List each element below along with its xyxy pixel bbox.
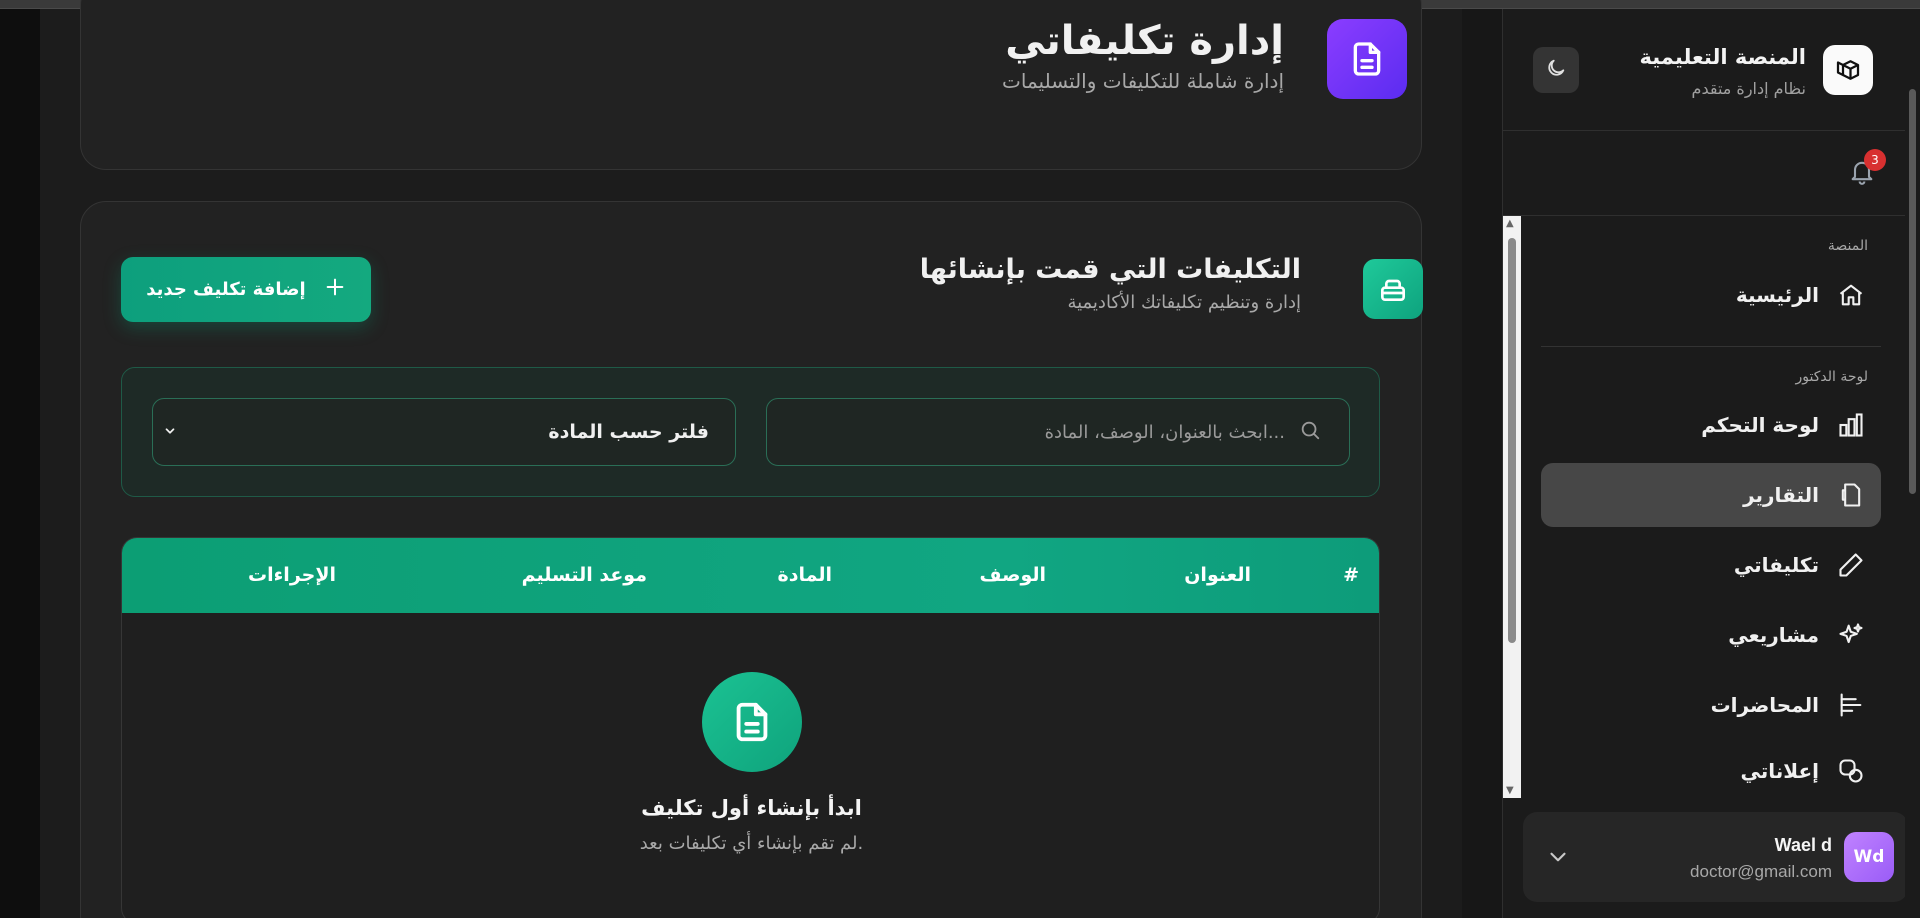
sidebar-item-lectures[interactable]: المحاضرات <box>1541 673 1881 737</box>
inbox-icon <box>1363 259 1423 319</box>
left-gutter <box>0 9 40 918</box>
sidebar-item-label: إعلاناتي <box>1740 759 1819 783</box>
search-input[interactable]: ابحث بالعنوان، الوصف، المادة... <box>766 398 1350 466</box>
sidebar-item-home[interactable]: الرئيسية <box>1541 263 1881 327</box>
sidebar-item-label: لوحة التحكم <box>1701 413 1819 437</box>
user-menu[interactable]: Wd Wael d doctor@gmail.com <box>1523 812 1908 902</box>
subject-filter-label: فلتر حسب المادة <box>548 421 709 443</box>
chevron-down-icon[interactable] <box>1545 844 1571 870</box>
sidebar-item-reports[interactable]: التقارير <box>1541 463 1881 527</box>
empty-state-subtitle: لم تقم بإنشاء أي تكليفات بعد. <box>639 833 864 854</box>
chevron-down-icon <box>163 421 177 443</box>
notification-count-badge: 3 <box>1864 149 1886 171</box>
assignments-subtitle: إدارة وتنظيم تكليفاتك الأكاديمية <box>1067 292 1301 313</box>
sidebar-item-label: التقارير <box>1743 483 1819 507</box>
report-icon <box>1835 479 1867 511</box>
nav-scrollbar-thumb[interactable] <box>1508 238 1516 643</box>
assignments-title: التكليفات التي قمت بإنشائها <box>919 254 1301 285</box>
column-actions: الإجراءات <box>247 564 336 586</box>
empty-document-icon <box>702 672 802 772</box>
lectures-icon <box>1835 689 1867 721</box>
pencil-icon <box>1835 549 1867 581</box>
brand-subtitle: نظام إدارة متقدم <box>1691 79 1806 98</box>
sidebar-item-assignments[interactable]: تكليفاتي <box>1541 533 1881 597</box>
column-subject: المادة <box>777 564 833 586</box>
page-scrollbar[interactable] <box>1905 9 1920 918</box>
search-placeholder: ابحث بالعنوان، الوصف، المادة... <box>1044 421 1285 443</box>
avatar: Wd <box>1844 832 1894 882</box>
column-description: الوصف <box>979 564 1046 586</box>
main-side-strip <box>1462 9 1502 918</box>
sparkles-icon <box>1835 619 1867 651</box>
column-number: # <box>1343 564 1359 586</box>
sidebar-item-label: مشاريعي <box>1728 623 1819 647</box>
subject-filter-select[interactable]: فلتر حسب المادة <box>152 398 736 466</box>
divider <box>1503 215 1920 216</box>
section-platform-label: المنصة <box>1827 238 1868 254</box>
divider <box>1541 346 1881 347</box>
announcements-icon <box>1835 755 1867 787</box>
theme-toggle-button[interactable] <box>1533 47 1579 93</box>
main-content: إدارة تكليفاتي إدارة شاملة للتكليفات وال… <box>40 0 1462 918</box>
user-name: Wael d <box>1774 835 1832 855</box>
table-header: # العنوان الوصف المادة موعد التسليم الإج… <box>122 538 1379 613</box>
column-title: العنوان <box>1184 564 1251 586</box>
nav-scrollbar[interactable]: ▲ ▼ <box>1503 216 1521 798</box>
scroll-down-icon[interactable]: ▼ <box>1506 785 1514 796</box>
page-title: إدارة تكليفاتي <box>1005 18 1284 64</box>
home-icon <box>1835 279 1867 311</box>
sidebar: المنصة التعليمية نظام إدارة متقدم 3 ▲ ▼ … <box>1502 9 1920 918</box>
sidebar-item-dashboard[interactable]: لوحة التحكم <box>1541 393 1881 457</box>
empty-state-title: ابدأ بإنشاء أول تكليف <box>641 796 862 820</box>
divider <box>1503 130 1920 131</box>
column-due-date: موعد التسليم <box>521 564 647 586</box>
sidebar-item-label: الرئيسية <box>1735 283 1819 307</box>
page-header-card: إدارة تكليفاتي إدارة شاملة للتكليفات وال… <box>80 0 1422 170</box>
plus-icon <box>324 276 346 303</box>
moon-icon <box>1545 57 1567 83</box>
section-doctor-label: لوحة الدكتور <box>1795 369 1869 385</box>
brand-logo-icon <box>1823 45 1873 95</box>
add-assignment-label: إضافة تكليف جديد <box>146 279 306 300</box>
scroll-up-icon[interactable]: ▲ <box>1506 218 1514 229</box>
sidebar-item-label: المحاضرات <box>1710 693 1819 717</box>
page-scrollbar-thumb[interactable] <box>1909 89 1916 494</box>
user-email: doctor@gmail.com <box>1690 862 1832 881</box>
assignments-table: # العنوان الوصف المادة موعد التسليم الإج… <box>121 537 1380 918</box>
add-assignment-button[interactable]: إضافة تكليف جديد <box>121 257 371 322</box>
page-subtitle: إدارة شاملة للتكليفات والتسليمات <box>1002 69 1284 93</box>
brand-name: المنصة التعليمية <box>1639 45 1806 69</box>
sidebar-item-announcements[interactable]: إعلاناتي <box>1541 743 1881 799</box>
document-icon <box>1327 19 1407 99</box>
search-icon <box>1299 419 1321 446</box>
chart-icon <box>1835 409 1867 441</box>
sidebar-item-label: تكليفاتي <box>1733 553 1819 577</box>
sidebar-item-projects[interactable]: مشاريعي <box>1541 603 1881 667</box>
